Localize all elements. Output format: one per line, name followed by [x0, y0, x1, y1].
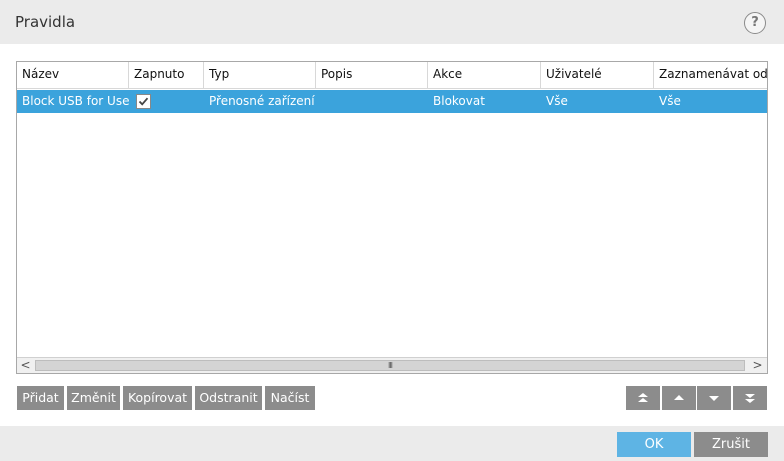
move-top-button[interactable]: [626, 386, 660, 410]
cell-description: [316, 90, 428, 113]
scrollbar-grip-icon: III: [387, 361, 393, 370]
title-bar: Pravidla ?: [0, 0, 784, 44]
column-header-description[interactable]: Popis: [316, 62, 428, 89]
move-up-button[interactable]: [662, 386, 696, 410]
table-row[interactable]: Block USB for User Přenosné zařízení Blo…: [17, 90, 767, 113]
table-header: Název Zapnuto Typ Popis Akce Uživatelé Z…: [17, 62, 767, 89]
move-down-button[interactable]: [697, 386, 731, 410]
column-header-log-from[interactable]: Zaznamenávat od úr: [654, 62, 767, 89]
move-up-icon: [674, 395, 684, 400]
cell-action: Blokovat: [433, 94, 485, 108]
column-header-action[interactable]: Akce: [428, 62, 541, 89]
edit-button[interactable]: Změnit: [67, 386, 120, 410]
help-icon[interactable]: ?: [744, 12, 766, 34]
checkmark-icon: [138, 97, 149, 106]
move-bottom-button[interactable]: [733, 386, 767, 410]
cell-users: Vše: [546, 94, 568, 108]
remove-button[interactable]: Odstranit: [195, 386, 262, 410]
scroll-right-icon[interactable]: >: [749, 358, 766, 373]
cancel-button[interactable]: Zrušit: [694, 432, 768, 457]
scroll-left-icon[interactable]: <: [17, 358, 34, 373]
rules-table: Název Zapnuto Typ Popis Akce Uživatelé Z…: [16, 61, 768, 374]
scrollbar-thumb[interactable]: III: [35, 360, 745, 371]
column-header-type[interactable]: Typ: [204, 62, 316, 89]
move-down-icon: [709, 396, 719, 401]
cell-log-from: Vše: [659, 94, 681, 108]
cell-type: Přenosné zařízení: [209, 94, 315, 108]
move-bottom-icon: [745, 394, 755, 403]
column-header-enabled[interactable]: Zapnuto: [129, 62, 204, 89]
ok-button[interactable]: OK: [617, 432, 691, 457]
horizontal-scrollbar[interactable]: < III >: [17, 357, 767, 373]
cell-name: Block USB for User: [22, 94, 129, 108]
enabled-checkbox[interactable]: [136, 94, 151, 109]
add-button[interactable]: Přidat: [17, 386, 64, 410]
column-header-name[interactable]: Název: [17, 62, 129, 89]
window-title: Pravidla: [15, 13, 76, 31]
copy-button[interactable]: Kopírovat: [123, 386, 192, 410]
load-button[interactable]: Načíst: [265, 386, 315, 410]
column-header-users[interactable]: Uživatelé: [541, 62, 654, 89]
move-top-icon: [638, 393, 648, 402]
